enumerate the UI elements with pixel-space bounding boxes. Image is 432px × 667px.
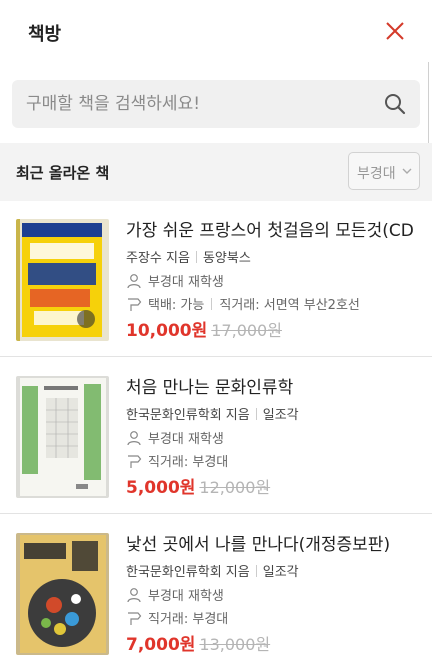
seller-row: 부경대 재학생	[126, 273, 426, 291]
book-list-item[interactable]: 처음 만나는 문화인류학 한국문화인류학회 지음 일조각 부경대 재학생 직거래:…	[0, 358, 432, 514]
direct-trade-label: 직거래: 서면역 부산2호선	[219, 298, 360, 313]
app-header: 책방	[0, 0, 432, 70]
direct-trade-label: 직거래: 부경대	[148, 612, 229, 627]
filter-value: 부경대	[357, 166, 396, 182]
book-cover-image	[16, 533, 109, 655]
search-icon[interactable]	[384, 93, 406, 115]
book-meta: 한국문화인류학회 지음 일조각	[126, 407, 426, 425]
seller-row: 부경대 재학생	[126, 430, 426, 448]
divider	[195, 251, 197, 263]
user-icon	[127, 431, 141, 446]
section-title: 최근 올라온 책	[16, 164, 110, 182]
book-cover-image	[16, 376, 109, 498]
original-price: 12,000원	[199, 478, 271, 497]
original-price: 17,000원	[211, 321, 282, 340]
book-title: 낯선 곳에서 나를 만나다(개정증보판)	[126, 535, 391, 555]
book-list-item[interactable]: 낯선 곳에서 나를 만나다(개정증보판) 한국문화인류학회 지음 일조각 부경대 …	[0, 515, 432, 667]
signpost-icon	[128, 298, 142, 311]
divider	[211, 298, 213, 310]
price-row: 7,000원 13,000원	[126, 634, 426, 656]
book-list-item[interactable]: 가장 쉬운 프랑스어 첫걸음의 모든것(CD 주장수 지음 동양북스 부경대 재학…	[0, 201, 432, 357]
book-cover-image	[16, 219, 109, 341]
signpost-icon	[128, 612, 142, 625]
trade-row: 택배: 가능 직거래: 서면역 부산2호선	[126, 296, 426, 314]
price-row: 10,000원 17,000원	[126, 320, 426, 342]
book-meta: 한국문화인류학회 지음 일조각	[126, 564, 426, 582]
chevron-down-icon	[402, 168, 412, 174]
sale-price: 5,000원	[126, 478, 196, 498]
page-title: 책방	[28, 24, 62, 45]
price-row: 5,000원 12,000원	[126, 477, 426, 499]
delivery-label: 택배: 가능	[148, 298, 205, 313]
seller-label: 부경대 재학생	[148, 589, 224, 604]
seller-label: 부경대 재학생	[148, 275, 224, 290]
book-title: 가장 쉬운 프랑스어 첫걸음의 모든것(CD	[126, 221, 414, 241]
divider	[255, 408, 257, 420]
trade-row: 직거래: 부경대	[126, 453, 426, 471]
sale-price: 7,000원	[126, 635, 196, 655]
user-icon	[127, 588, 141, 603]
campus-filter-select[interactable]: 부경대	[348, 152, 420, 190]
divider	[255, 565, 257, 577]
direct-trade-label: 직거래: 부경대	[148, 455, 229, 470]
book-publisher: 동양북스	[202, 251, 251, 266]
book-meta: 주장수 지음 동양북스	[126, 250, 426, 268]
signpost-icon	[128, 455, 142, 468]
book-author: 한국문화인류학회 지음	[126, 408, 250, 423]
seller-label: 부경대 재학생	[148, 432, 224, 447]
book-title: 처음 만나는 문화인류학	[126, 378, 294, 398]
search-bar	[12, 80, 420, 128]
book-author: 한국문화인류학회 지음	[126, 565, 250, 580]
trade-row: 직거래: 부경대	[126, 610, 426, 628]
original-price: 13,000원	[199, 635, 271, 654]
sale-price: 10,000원	[126, 321, 208, 341]
search-input[interactable]	[26, 80, 376, 128]
book-publisher: 일조각	[262, 565, 299, 580]
close-icon[interactable]	[384, 20, 406, 42]
book-publisher: 일조각	[262, 408, 299, 423]
seller-row: 부경대 재학생	[126, 587, 426, 605]
book-author: 주장수 지음	[126, 251, 190, 266]
section-header: 최근 올라온 책 부경대	[0, 143, 432, 201]
user-icon	[127, 274, 141, 289]
